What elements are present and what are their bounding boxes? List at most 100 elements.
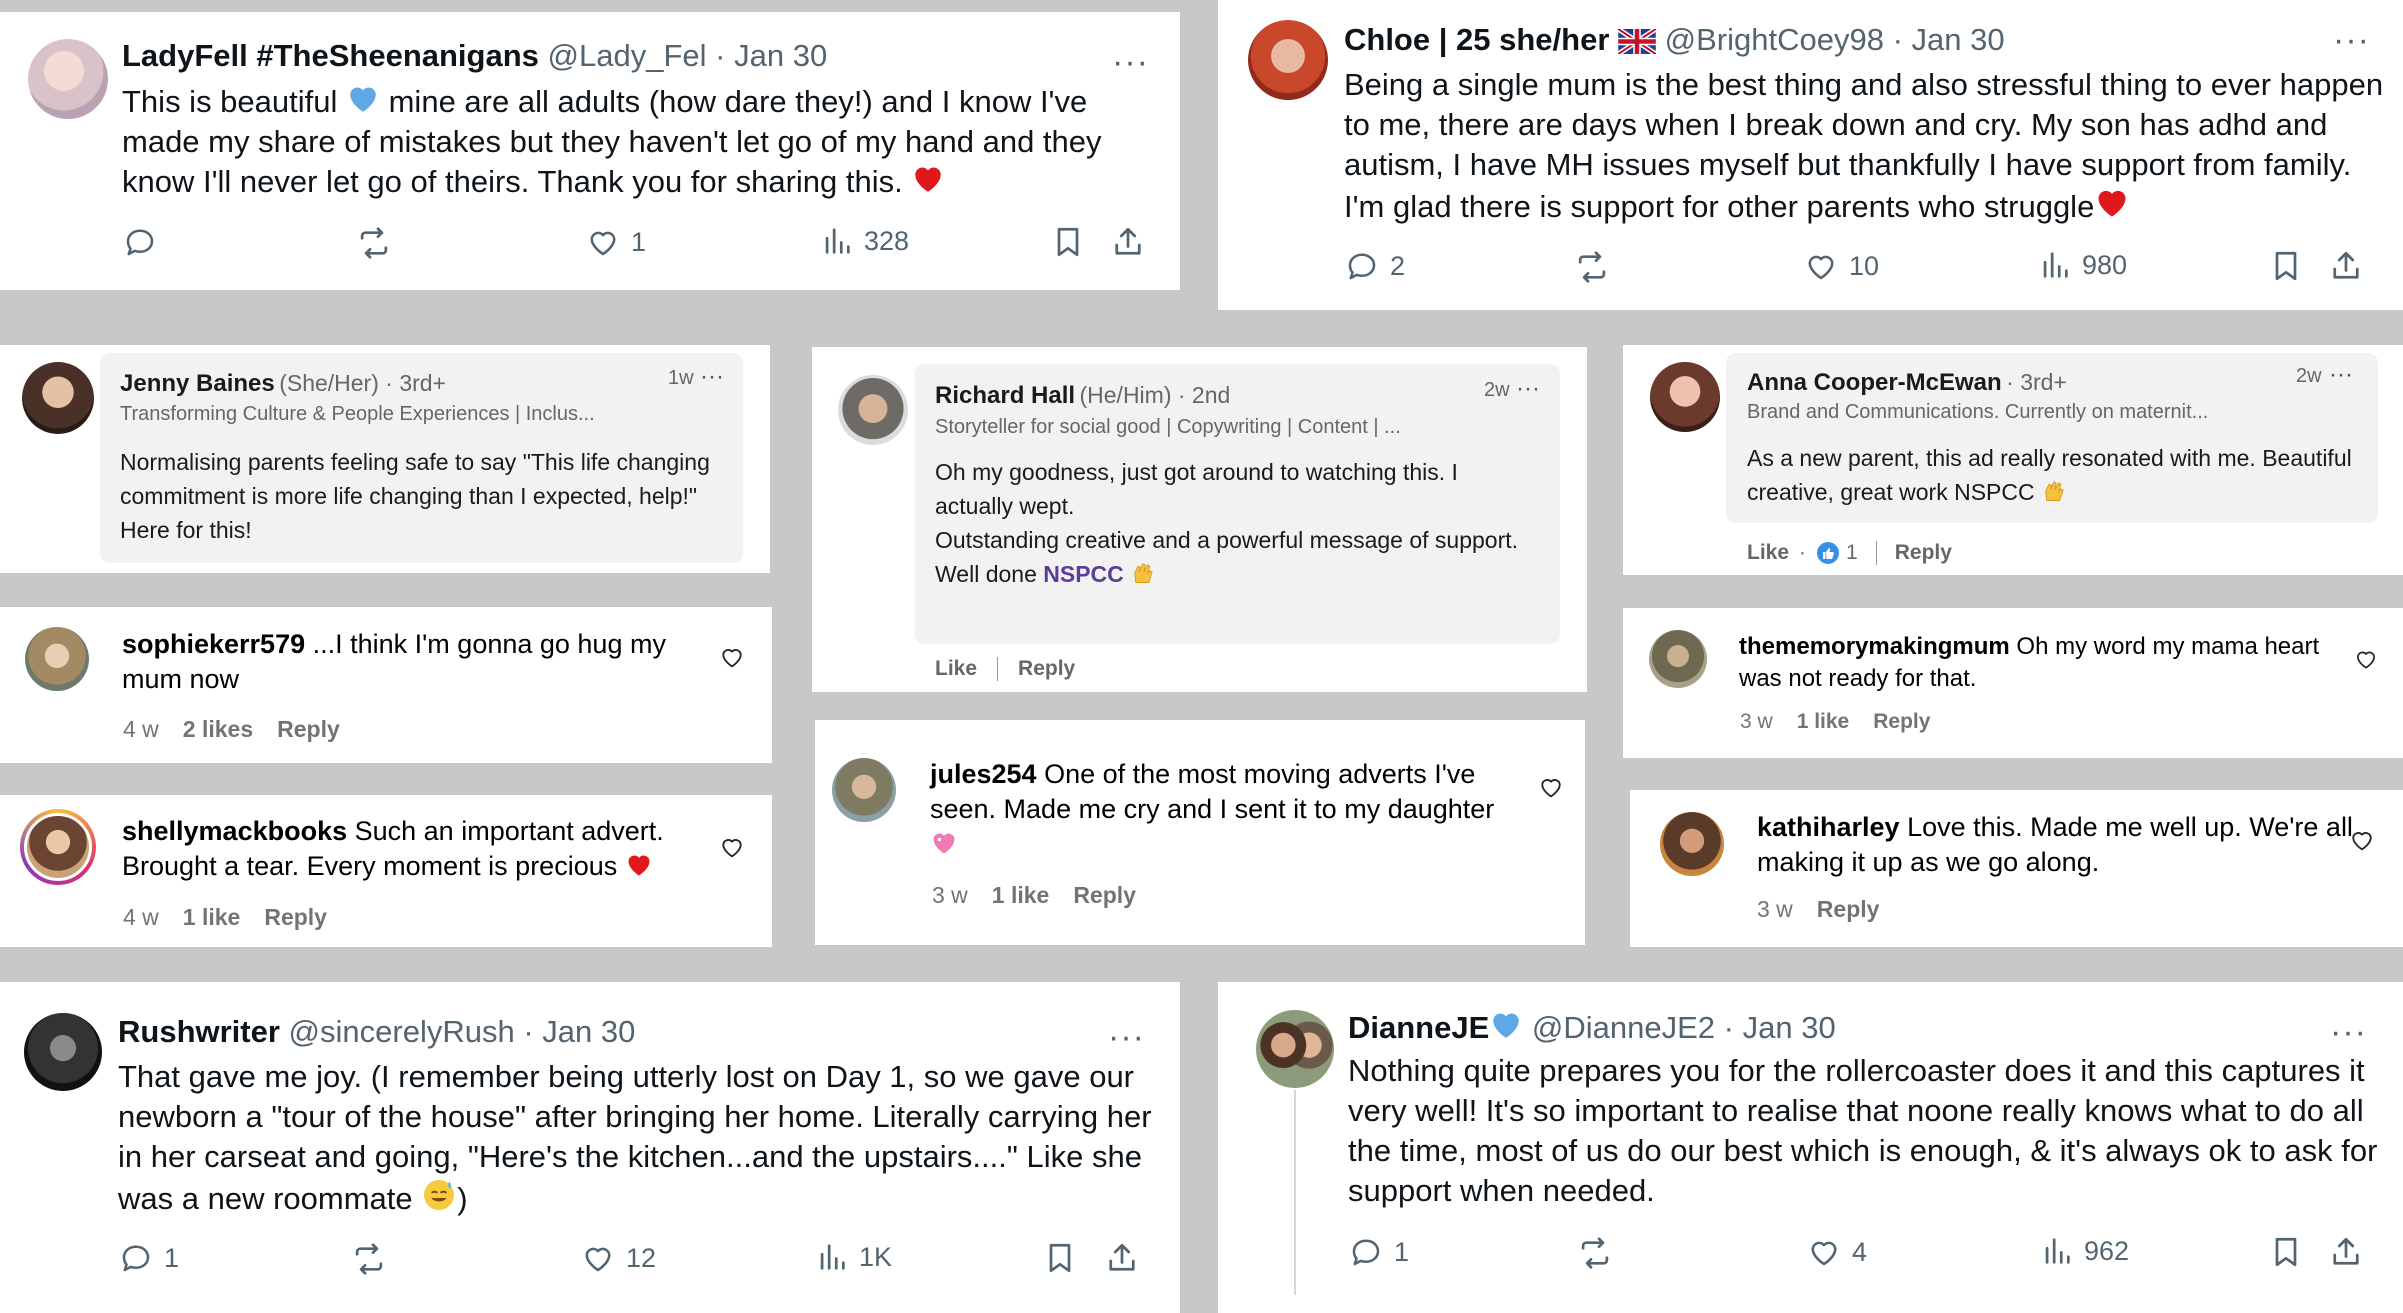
separator: · — [1892, 22, 1903, 57]
repost-icon — [1573, 248, 1611, 286]
like-button[interactable]: Like — [935, 657, 977, 681]
avatar[interactable] — [22, 362, 94, 434]
reply-button[interactable]: 1 — [1348, 1234, 1409, 1270]
tweet-date[interactable]: Jan 30 — [1912, 22, 2005, 57]
avatar[interactable] — [838, 375, 908, 445]
avatar[interactable] — [832, 758, 896, 822]
views-button[interactable]: 980 — [2038, 248, 2127, 282]
share-button[interactable] — [2328, 1234, 2364, 1270]
heart-icon[interactable] — [718, 643, 746, 671]
tweet-chloe: Chloe | 25 she/her @BrightCoey98 · Jan 3… — [1218, 0, 2403, 310]
heart-icon — [1806, 1234, 1842, 1270]
commenter-name[interactable]: Richard Hall — [935, 382, 1075, 409]
commenter-name[interactable]: Jenny Baines — [120, 370, 275, 397]
pink-heart-emoji — [930, 829, 958, 857]
username[interactable]: thememorymakingmum — [1739, 633, 2010, 660]
handle[interactable]: @Lady_Fel — [548, 38, 707, 73]
reply-button[interactable]: Reply — [1073, 882, 1136, 909]
reply-button[interactable]: Reply — [1817, 896, 1880, 923]
tweet-date[interactable]: Jan 30 — [1743, 1010, 1836, 1045]
reply-button[interactable]: 1 — [118, 1240, 179, 1276]
more-icon[interactable]: ··· — [1108, 1020, 1145, 1054]
more-icon[interactable]: ··· — [2329, 361, 2353, 389]
avatar[interactable] — [25, 627, 89, 691]
more-icon[interactable]: ··· — [1112, 45, 1149, 79]
reply-button[interactable]: Reply — [1895, 541, 1952, 565]
repost-button[interactable] — [1573, 248, 1621, 286]
username[interactable]: jules254 — [930, 759, 1037, 789]
heart-icon[interactable] — [718, 833, 746, 861]
like-count[interactable]: 1 like — [992, 882, 1050, 909]
display-name[interactable]: LadyFell #TheSheenanigans — [122, 38, 539, 73]
share-button[interactable] — [1104, 1240, 1140, 1276]
reply-button[interactable]: Reply — [264, 904, 327, 931]
share-button[interactable] — [2328, 248, 2364, 284]
share-button[interactable] — [1110, 224, 1146, 260]
commenter-headline: Transforming Culture & People Experience… — [120, 403, 595, 425]
commenter-headline: Storyteller for social good | Copywritin… — [935, 416, 1401, 438]
comment-text: shellymackbooks Such an important advert… — [122, 814, 702, 884]
bookmark-button[interactable] — [2268, 248, 2304, 284]
tweet-text-part: Being a single mum is the best thing and… — [1344, 67, 2384, 224]
repost-button[interactable] — [1576, 1234, 1624, 1272]
avatar[interactable] — [28, 39, 108, 119]
more-icon[interactable]: ··· — [1516, 375, 1540, 403]
repost-icon — [355, 224, 393, 262]
reply-icon — [1348, 1234, 1384, 1270]
views-button[interactable]: 1K — [815, 1240, 892, 1274]
more-icon[interactable]: ··· — [2333, 23, 2370, 57]
username[interactable]: kathiharley — [1757, 812, 1900, 842]
like-button[interactable]: 10 — [1803, 248, 1879, 284]
commenter-name[interactable]: Anna Cooper-McEwan — [1747, 369, 2002, 396]
tweet-date[interactable]: Jan 30 — [542, 1014, 635, 1049]
heart-icon[interactable] — [2348, 826, 2376, 854]
like-count[interactable]: 2 likes — [183, 716, 253, 743]
repost-button[interactable] — [350, 1240, 398, 1278]
reply-icon — [1344, 248, 1380, 284]
tweet-header: Chloe | 25 she/her @BrightCoey98 · Jan 3… — [1344, 20, 2005, 60]
username[interactable]: shellymackbooks — [122, 816, 347, 846]
views-button[interactable]: 328 — [820, 224, 909, 258]
display-name[interactable]: Rushwriter — [118, 1014, 280, 1049]
avatar[interactable] — [1248, 20, 1328, 100]
bookmark-button[interactable] — [1042, 1240, 1078, 1276]
reply-button[interactable]: Reply — [1873, 710, 1930, 734]
raised-hands-emoji — [2041, 476, 2069, 504]
username[interactable]: sophiekerr579 — [122, 629, 305, 659]
handle[interactable]: @DianneJE2 — [1532, 1010, 1715, 1045]
tweet-date[interactable]: Jan 30 — [734, 38, 827, 73]
handle[interactable]: @sincerelyRush — [289, 1014, 515, 1049]
avatar[interactable] — [1650, 362, 1720, 432]
commenter-pronouns: (He/Him) · 2nd — [1079, 382, 1231, 408]
avatar[interactable] — [24, 1013, 102, 1091]
more-icon[interactable]: ··· — [2330, 1015, 2367, 1049]
repost-button[interactable] — [355, 224, 403, 262]
bookmark-button[interactable] — [1050, 224, 1086, 260]
more-icon[interactable]: ··· — [700, 363, 724, 391]
heart-icon[interactable] — [1537, 773, 1565, 801]
like-button[interactable]: 1 — [585, 224, 646, 260]
avatar[interactable] — [1256, 1010, 1334, 1088]
like-button[interactable]: 12 — [580, 1240, 656, 1276]
reply-button[interactable]: 2 — [1344, 248, 1405, 284]
comment-time: 1w — [668, 367, 694, 389]
heart-icon[interactable] — [2353, 646, 2379, 672]
display-name[interactable]: DianneJE — [1348, 1010, 1489, 1045]
reply-button[interactable]: Reply — [277, 716, 340, 743]
nspcc-link[interactable]: NSPCC — [1043, 561, 1124, 587]
views-button[interactable]: 962 — [2040, 1234, 2129, 1268]
reply-button[interactable]: Reply — [1018, 657, 1075, 681]
comment-time: 3 w — [1757, 896, 1793, 922]
like-count[interactable]: 1 like — [1797, 710, 1850, 734]
like-button[interactable]: Like — [1747, 541, 1789, 565]
like-button[interactable]: 4 — [1806, 1234, 1867, 1270]
avatar[interactable] — [1649, 630, 1707, 688]
avatar[interactable] — [1660, 812, 1724, 876]
bookmark-button[interactable] — [2268, 1234, 2304, 1270]
tweet-header: LadyFell #TheSheenanigans @Lady_Fel · Ja… — [122, 36, 827, 76]
display-name[interactable]: Chloe | 25 she/her — [1344, 22, 1609, 57]
like-count[interactable]: 1 like — [183, 904, 241, 931]
reply-button[interactable] — [122, 224, 168, 260]
handle[interactable]: @BrightCoey98 — [1665, 22, 1884, 57]
avatar[interactable] — [20, 809, 96, 885]
